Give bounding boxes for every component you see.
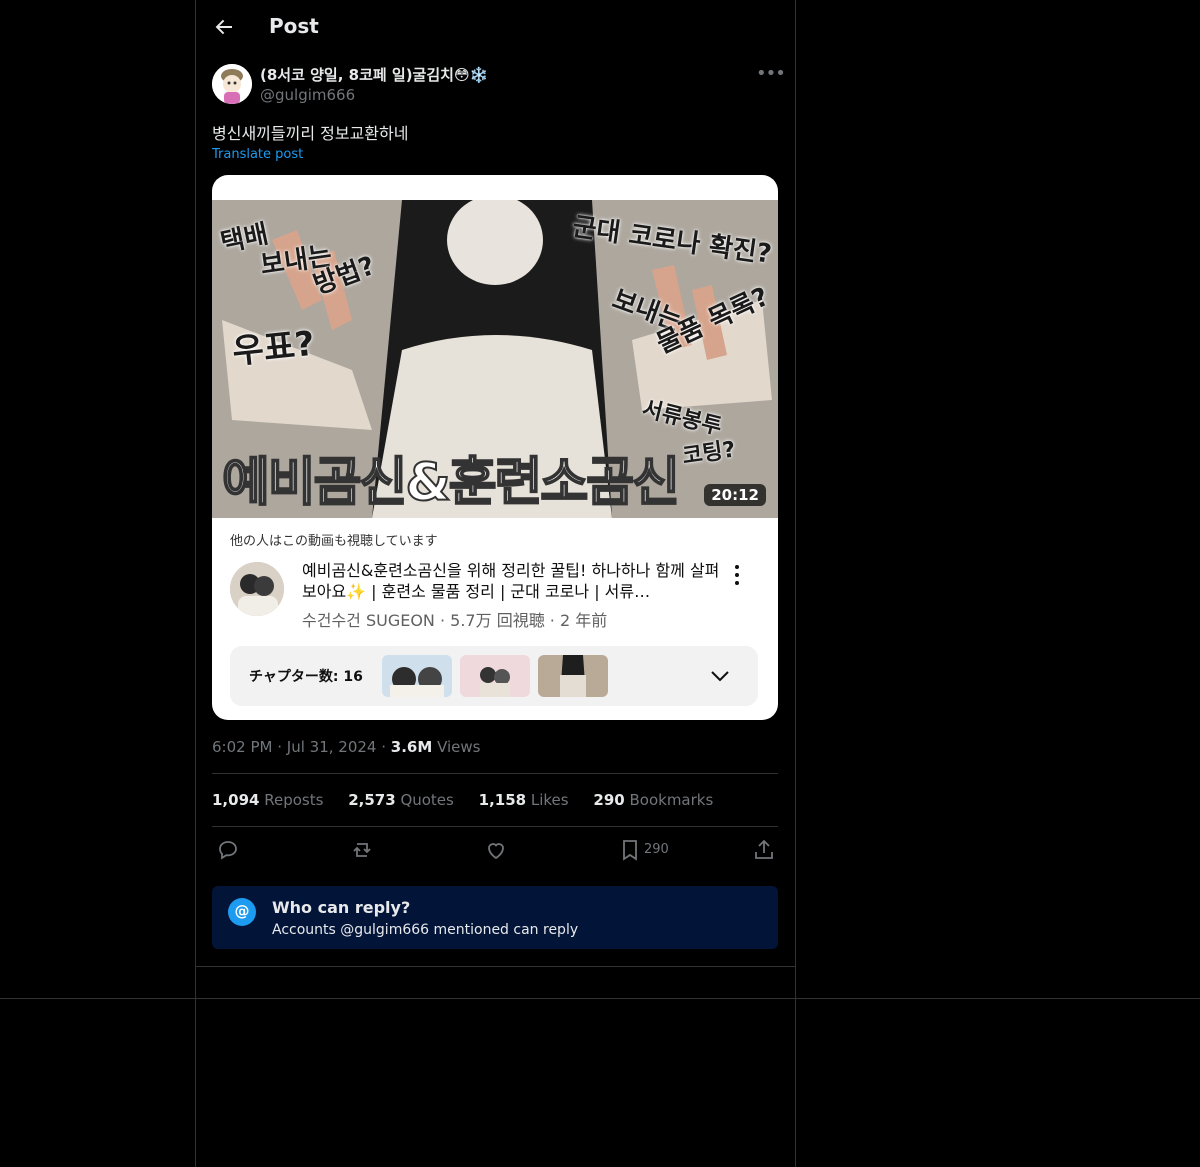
author-handle[interactable]: @gulgim666 [260, 86, 355, 104]
chapter-thumb-3-image [538, 655, 608, 697]
translate-post-link[interactable]: Translate post [212, 147, 303, 162]
avatar-image [212, 64, 252, 104]
views-label: Views [437, 738, 481, 756]
chapters-bar[interactable]: チャプター数: 16 [230, 646, 758, 706]
post-stats: 1,094 Reposts 2,573 Quotes 1,158 Likes 2… [212, 791, 733, 809]
views-count: 3.6M [390, 738, 433, 756]
meta-dot: · [277, 738, 287, 756]
stat-label: Bookmarks [629, 791, 714, 809]
channel-avatar-image [230, 562, 284, 616]
chapter-thumb-1[interactable] [382, 655, 452, 697]
author-display-name[interactable]: (8서코 양일, 8코페 일)굴김치😳❄️ [260, 64, 488, 85]
chevron-down-icon[interactable] [708, 664, 732, 688]
chapter-thumb-2-image [460, 655, 530, 697]
chapter-thumb-1-image [382, 655, 452, 697]
display-name-text: (8서코 양일, 8코페 일)굴김치 [260, 66, 454, 84]
stat-count: 1,094 [212, 791, 260, 809]
post-text: 병신새끼들끼리 정보교환하네 [212, 124, 409, 143]
post-date[interactable]: Jul 31, 2024 [287, 738, 377, 756]
stat-bookmarks[interactable]: 290 Bookmarks [593, 791, 713, 809]
media-card[interactable]: 택배 보내는 방법? 우표? 군대 코로나 확진? 보내는 물품 목록? 서류봉… [212, 175, 778, 720]
who-can-reply-box: @ Who can reply? Accounts @gulgim666 men… [212, 886, 778, 949]
channel-avatar[interactable] [230, 562, 284, 616]
post-time[interactable]: 6:02 PM [212, 738, 272, 756]
stat-count: 2,573 [348, 791, 396, 809]
chapter-thumb-3[interactable] [538, 655, 608, 697]
like-icon[interactable] [484, 838, 508, 862]
stat-reposts[interactable]: 1,094 Reposts [212, 791, 323, 809]
stat-likes[interactable]: 1,158 Likes [479, 791, 569, 809]
stat-label: Reposts [264, 791, 324, 809]
display-name-emoji: 😳❄️ [453, 66, 489, 84]
post-meta: 6:02 PM · Jul 31, 2024 · 3.6M Views [212, 738, 480, 756]
divider [212, 773, 778, 774]
chapter-thumb-2[interactable] [460, 655, 530, 697]
bookmark-count: 290 [644, 842, 669, 857]
who-can-reply-title: Who can reply? [272, 898, 411, 917]
thumbnail-title: 예비곰신&훈련소곰신 [221, 452, 681, 514]
more-options-icon[interactable]: ••• [756, 64, 786, 88]
repost-icon[interactable] [350, 838, 374, 862]
stat-quotes[interactable]: 2,573 Quotes [348, 791, 454, 809]
stat-label: Quotes [400, 791, 454, 809]
page-title: Post [269, 14, 319, 38]
stat-label: Likes [530, 791, 569, 809]
chapters-label: チャプター数: 16 [249, 669, 363, 685]
bookmark-icon[interactable] [618, 838, 642, 862]
main-column: Post (8서코 양일, 8코페 일)굴김치😳❄️ @gulgim666 ••… [195, 0, 796, 1167]
who-can-reply-subtitle: Accounts @gulgim666 mentioned can reply [272, 922, 579, 938]
meta-dot: · [381, 738, 391, 756]
stat-count: 290 [593, 791, 625, 809]
back-arrow-icon[interactable] [212, 15, 236, 39]
video-thumbnail[interactable]: 택배 보내는 방법? 우표? 군대 코로나 확진? 보내는 물품 목록? 서류봉… [212, 200, 778, 518]
stat-count: 1,158 [478, 791, 527, 809]
video-meta: 수건수건 SUGEON · 5.7万 回視聴 · 2 年前 [302, 611, 608, 630]
avatar[interactable] [212, 64, 252, 104]
others-watching-label: 他の人はこの動画も視聴しています [230, 534, 438, 549]
divider [212, 826, 778, 827]
share-icon[interactable] [752, 838, 776, 862]
post-bottom-border [196, 966, 795, 967]
video-title[interactable]: 예비곰신&훈련소곰신을 위해 정리한 꿀팁! 하나하나 함께 살펴보아요✨ | … [302, 560, 722, 602]
overlay-text-4: 우표? [230, 323, 317, 373]
reply-icon[interactable] [216, 838, 240, 862]
video-more-icon[interactable] [732, 563, 742, 587]
top-bar: Post [196, 0, 795, 54]
video-duration: 20:12 [704, 484, 766, 506]
mention-icon: @ [228, 898, 256, 926]
